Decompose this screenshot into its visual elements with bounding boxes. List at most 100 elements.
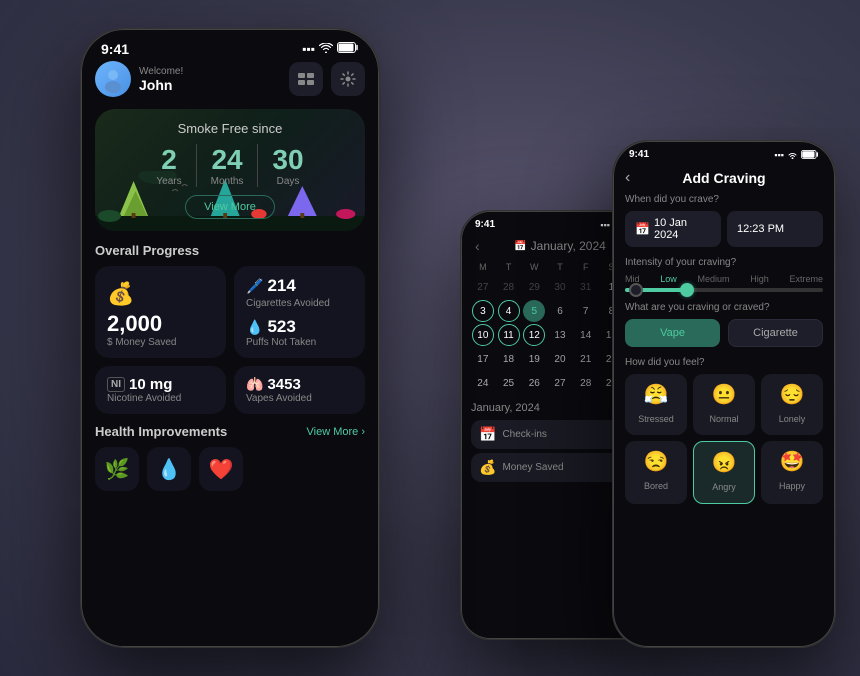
time-value: 12:23 PM	[737, 223, 784, 235]
money-label: $ Money Saved	[107, 337, 214, 348]
welcome-label: Welcome!	[139, 66, 183, 77]
health-section-header: Health Improvements View More ›	[95, 424, 365, 439]
cal-day-30prev[interactable]: 30	[549, 276, 571, 298]
user-header: Welcome! John	[95, 61, 365, 97]
cigarettes-value: 214	[267, 276, 295, 296]
time-pill[interactable]: 12:23 PM	[727, 211, 823, 247]
cal-day-26[interactable]: 26	[523, 372, 545, 394]
slider-thumb-left[interactable]	[629, 283, 643, 297]
craving-wifi-icon	[787, 151, 798, 159]
cal-day-3[interactable]: 3	[472, 300, 494, 322]
health-icons-row: 🌿 💧 ❤️	[95, 447, 365, 491]
vapes-card: 🫁 3453 Vapes Avoided	[234, 366, 365, 414]
craving-main-content: ‹ Add Craving When did you crave? 📅 10 J…	[613, 162, 835, 504]
cal-day-20[interactable]: 20	[549, 348, 571, 370]
dashboard-button[interactable]	[289, 62, 323, 96]
cigarette-button[interactable]: Cigarette	[728, 319, 823, 347]
money-cal-label: Money Saved	[502, 462, 563, 473]
stressed-label: Stressed	[638, 414, 674, 424]
cal-day-25[interactable]: 25	[498, 372, 520, 394]
days-stat: 30 Days	[258, 144, 317, 187]
checkin-icon: 📅	[479, 426, 496, 443]
cal-prev-button[interactable]: ‹	[475, 238, 480, 254]
craving-phone: 9:41 ▪▪▪ ‹ Add Craving	[612, 140, 836, 648]
craving-type-section: What are you craving or craved? Vape Cig…	[625, 302, 823, 347]
angry-feeling[interactable]: 😠 Angry	[693, 441, 755, 504]
cigarettes-card: 🖊️ 214 Cigarettes Avoided 💧 523 Puffs No…	[234, 266, 365, 358]
cal-day-6[interactable]: 6	[549, 300, 571, 322]
when-section: When did you crave? 📅 10 Jan 2024 12:23 …	[625, 194, 823, 247]
cal-day-27prev[interactable]: 27	[472, 276, 494, 298]
feelings-grid: 😤 Stressed 😐 Normal 😔 Lonely 😒 Bored	[625, 374, 823, 504]
craving-signal-icon: ▪▪▪	[774, 150, 784, 160]
stressed-feeling[interactable]: 😤 Stressed	[625, 374, 687, 435]
cal-day-24[interactable]: 24	[472, 372, 494, 394]
cal-day-29prev[interactable]: 29	[523, 276, 545, 298]
craving-back-button[interactable]: ‹	[625, 169, 630, 187]
extreme-label: Extreme	[789, 274, 823, 284]
ni-label: NI	[107, 377, 125, 392]
date-time-row: 📅 10 Jan 2024 12:23 PM	[625, 211, 823, 247]
cal-day-13[interactable]: 13	[549, 324, 571, 346]
craving-time: 9:41	[629, 149, 649, 160]
cal-day-7[interactable]: 7	[575, 300, 597, 322]
intensity-section: Intensity of your craving? Mid Low Mediu…	[625, 257, 823, 292]
happy-feeling[interactable]: 🤩 Happy	[761, 441, 823, 504]
vape-button[interactable]: Vape	[625, 319, 720, 347]
years-stat: 2 Years	[142, 144, 196, 187]
lonely-feeling[interactable]: 😔 Lonely	[761, 374, 823, 435]
vapes-label: Vapes Avoided	[246, 393, 353, 404]
calendar-icon: 📅	[635, 222, 650, 236]
months-label: Months	[211, 176, 244, 187]
intensity-slider[interactable]	[625, 288, 823, 292]
days-label: Days	[272, 176, 303, 187]
money-value: 2,000	[107, 311, 214, 337]
money-cal-icon: 💰	[479, 459, 496, 476]
cal-day-27[interactable]: 27	[549, 372, 571, 394]
craving-type-label: What are you craving or craved?	[625, 302, 823, 313]
cal-signal-icon: ▪▪▪	[600, 220, 610, 230]
normal-emoji: 😐	[697, 382, 751, 407]
feelings-section: How did you feel? 😤 Stressed 😐 Normal 😔 …	[625, 357, 823, 504]
overall-progress-title: Overall Progress	[95, 243, 365, 258]
cal-day-4[interactable]: 4	[498, 300, 520, 322]
normal-feeling[interactable]: 😐 Normal	[693, 374, 755, 435]
settings-button[interactable]	[331, 62, 365, 96]
date-pill[interactable]: 📅 10 Jan 2024	[625, 211, 721, 247]
signal-icon: ▪▪▪	[302, 42, 315, 56]
cal-day-28[interactable]: 28	[575, 372, 597, 394]
banner-title: Smoke Free since	[109, 121, 351, 136]
status-bar: 9:41 ▪▪▪	[81, 29, 379, 61]
cal-day-28prev[interactable]: 28	[498, 276, 520, 298]
intensity-label: Intensity of your craving?	[625, 257, 823, 268]
cal-day-12[interactable]: 12	[523, 324, 545, 346]
cal-day-11[interactable]: 11	[498, 324, 520, 346]
puffs-label: Puffs Not Taken	[246, 337, 353, 348]
cal-day-14[interactable]: 14	[575, 324, 597, 346]
cal-day-31prev[interactable]: 31	[575, 276, 597, 298]
medium-label: Medium	[697, 274, 729, 284]
slider-thumb-active[interactable]	[680, 283, 694, 297]
cal-day-18[interactable]: 18	[498, 348, 520, 370]
health-icon-1: 🌿	[95, 447, 139, 491]
cal-day-5-today[interactable]: 5	[523, 300, 545, 322]
nicotine-card: NI 10 mg Nicotine Avoided	[95, 366, 226, 414]
view-more-button[interactable]: View More	[185, 195, 275, 219]
angry-emoji: 😠	[698, 450, 750, 475]
health-icon-3: ❤️	[199, 447, 243, 491]
health-view-more[interactable]: View More ›	[307, 426, 365, 438]
money-icon: 💰	[107, 281, 214, 307]
cal-day-10[interactable]: 10	[472, 324, 494, 346]
bored-feeling[interactable]: 😒 Bored	[625, 441, 687, 504]
puffs-icon: 💧	[246, 319, 263, 336]
health-icon-2: 💧	[147, 447, 191, 491]
money-card: 💰 2,000 $ Money Saved	[95, 266, 226, 358]
wifi-icon	[319, 42, 333, 56]
lonely-label: Lonely	[779, 414, 806, 424]
battery-icon	[337, 42, 359, 56]
cal-day-17[interactable]: 17	[472, 348, 494, 370]
cal-day-19[interactable]: 19	[523, 348, 545, 370]
low-label: Low	[660, 274, 677, 284]
cal-day-21[interactable]: 21	[575, 348, 597, 370]
normal-label: Normal	[709, 414, 738, 424]
